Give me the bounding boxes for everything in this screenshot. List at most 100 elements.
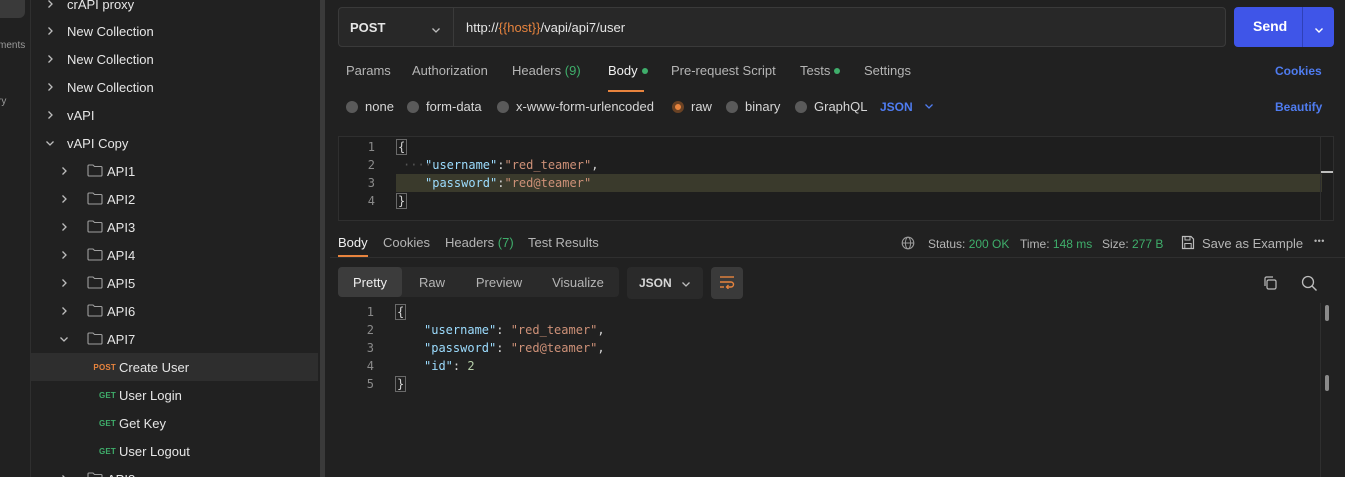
resp-tab-test-results[interactable]: Test Results [528, 235, 599, 250]
left-rail: ments ry [0, 0, 31, 477]
view-visualize[interactable]: Visualize [542, 267, 614, 297]
view-raw[interactable]: Raw [406, 267, 458, 297]
globe-icon[interactable] [901, 236, 915, 253]
sidebar-folder-api6[interactable]: API6 [31, 297, 318, 325]
chevron-down-icon[interactable] [45, 138, 55, 148]
sidebar-folder-api1[interactable]: API1 [31, 157, 318, 185]
sidebar-collection-vapi-copy[interactable]: vAPI Copy [31, 129, 318, 157]
radio-none-label: none [365, 99, 394, 114]
chevron-right-icon[interactable] [45, 82, 55, 92]
save-as-example-button[interactable]: Save as Example [1202, 236, 1303, 251]
sidebar-folder-api5[interactable]: API5 [31, 269, 318, 297]
radio-urlencoded[interactable]: x-www-form-urlencoded [497, 99, 654, 114]
sidebar-request-create-user[interactable]: POST Create User [31, 353, 318, 381]
tab-prerequest-script[interactable]: Pre-request Script [671, 63, 776, 78]
scrollbar-thumb[interactable] [1325, 375, 1329, 391]
sidebar-folder-api3[interactable]: API3 [31, 213, 318, 241]
save-icon[interactable] [1181, 235, 1195, 253]
sidebar-request-user-login[interactable]: GET User Login [31, 381, 318, 409]
tab-settings[interactable]: Settings [864, 63, 911, 78]
sidebar-request-user-logout[interactable]: GET User Logout [31, 437, 318, 465]
beautify-link[interactable]: Beautify [1275, 100, 1322, 114]
method-select[interactable]: POST [338, 7, 454, 47]
resp-tab-headers[interactable]: Headers (7) [445, 235, 514, 250]
main-panel: POST http://{{host}}/vapi/api7/user Send… [330, 0, 1345, 477]
status-indicator[interactable]: Status: 200 OK [928, 237, 1009, 251]
sidebar-folder-api4[interactable]: API4 [31, 241, 318, 269]
radio-raw[interactable]: raw [672, 99, 712, 114]
cookies-link[interactable]: Cookies [1275, 64, 1322, 78]
rail-item-history[interactable]: ry [0, 96, 6, 107]
http-method-badge: GET [98, 391, 116, 400]
radio-form-data[interactable]: form-data [407, 99, 482, 114]
sidebar-folder-api2[interactable]: API2 [31, 185, 318, 213]
body-format-select[interactable]: JSON [880, 100, 934, 114]
chevron-down-icon[interactable] [59, 334, 69, 344]
copy-icon[interactable] [1262, 275, 1278, 294]
json-trail: , [597, 341, 605, 355]
chevron-right-icon[interactable] [59, 250, 69, 260]
chevron-right-icon[interactable] [59, 278, 69, 288]
sidebar-collection-vapi[interactable]: vAPI [31, 101, 318, 129]
sidebar-collection-new-collection[interactable]: New Collection [31, 17, 318, 45]
pane-resizer[interactable] [318, 0, 330, 477]
view-preview[interactable]: Preview [464, 267, 534, 297]
tab-body[interactable]: Body [608, 63, 648, 78]
send-button[interactable]: Send [1234, 7, 1334, 47]
resp-tab-headers-count: (7) [497, 235, 514, 250]
chevron-right-icon[interactable] [45, 110, 55, 120]
radio-none[interactable]: none [346, 99, 394, 114]
rail-item-environments[interactable]: ments [0, 40, 25, 51]
tab-authorization[interactable]: Authorization [412, 63, 488, 78]
resp-tab-cookies[interactable]: Cookies [383, 235, 430, 250]
sidebar-item-label: User Logout [119, 443, 190, 459]
code-line: 1 { [338, 303, 1334, 321]
sidebar-collection-crapi-proxy[interactable]: crAPI proxy [31, 0, 318, 18]
http-method-badge: POST [93, 363, 116, 372]
line-number: 3 [366, 341, 374, 355]
json-value: "red@teamer" [510, 341, 598, 355]
chevron-right-icon[interactable] [59, 306, 69, 316]
response-body-viewer[interactable]: 1 { 2 "username": "red_teamer", 3 "passw… [338, 303, 1334, 477]
sidebar-folder-api7[interactable]: API7 [31, 325, 318, 353]
sidebar-request-get-key[interactable]: GET Get Key [31, 409, 318, 437]
chevron-right-icon[interactable] [45, 54, 55, 64]
sidebar-collection-new-collection[interactable]: New Collection [31, 45, 318, 73]
line-number: 3 [367, 176, 375, 190]
response-format-select[interactable]: JSON [627, 267, 703, 299]
url-input[interactable]: http://{{host}}/vapi/api7/user [453, 7, 1226, 47]
chevron-right-icon[interactable] [45, 26, 55, 36]
chevron-right-icon[interactable] [59, 166, 69, 176]
tab-params[interactable]: Params [346, 63, 391, 78]
tab-tests[interactable]: Tests [800, 63, 841, 78]
editor-scrollbar-marker[interactable] [1321, 171, 1333, 173]
sidebar-folder-api8[interactable]: API8 [31, 465, 318, 477]
more-options-icon[interactable]: ••• [1314, 236, 1325, 246]
sidebar-item-label: New Collection [67, 23, 154, 39]
scrollbar-thumb[interactable] [1325, 305, 1329, 321]
resp-tab-body[interactable]: Body [338, 235, 368, 250]
send-label: Send [1253, 18, 1288, 34]
rail-active-item[interactable] [0, 0, 25, 18]
time-indicator[interactable]: Time: 148 ms [1020, 237, 1092, 251]
chevron-right-icon[interactable] [59, 222, 69, 232]
tab-tests-label: Tests [800, 63, 831, 78]
wrap-lines-button[interactable] [711, 267, 743, 299]
radio-binary[interactable]: binary [726, 99, 780, 114]
chevron-right-icon[interactable] [45, 0, 55, 9]
code-line: 2 ···· "username":"red_teamer", [339, 156, 1333, 174]
size-indicator[interactable]: Size: 277 B [1102, 237, 1163, 251]
status-value: 200 OK [968, 237, 1010, 251]
code-line: 1 { [339, 138, 1333, 156]
view-pretty[interactable]: Pretty [338, 267, 402, 297]
radio-graphql-label: GraphQL [814, 99, 868, 114]
sidebar-collection-new-collection[interactable]: New Collection [31, 73, 318, 101]
request-body-editor[interactable]: 1 { 2 ···· "username":"red_teamer", "pas… [338, 136, 1334, 221]
tab-headers[interactable]: Headers (9) [512, 63, 581, 78]
search-icon[interactable] [1301, 275, 1318, 295]
send-options-chevron-icon[interactable] [1314, 22, 1324, 38]
radio-graphql[interactable]: GraphQL [795, 99, 867, 114]
http-method-badge: GET [98, 447, 116, 456]
chevron-right-icon[interactable] [59, 194, 69, 204]
code-brace: { [396, 139, 408, 155]
